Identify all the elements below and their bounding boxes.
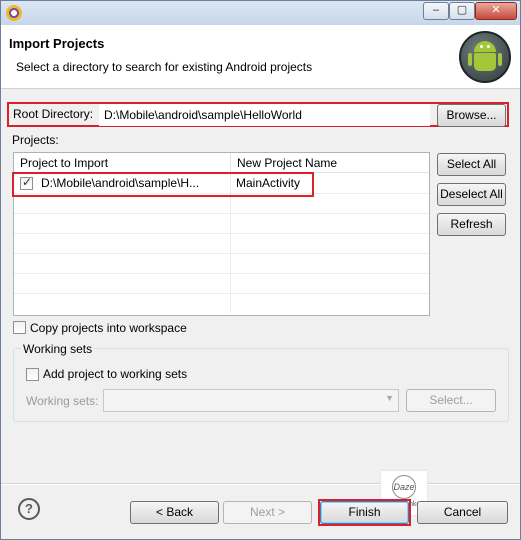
root-directory-label: Root Directory: [13, 107, 94, 121]
add-to-working-sets-checkbox[interactable] [26, 368, 39, 381]
projects-label: Projects: [12, 133, 59, 147]
eclipse-icon [6, 5, 22, 21]
copy-projects-label[interactable]: Copy projects into workspace [30, 321, 187, 335]
column-header-project[interactable]: Project to Import [14, 153, 231, 173]
browse-button[interactable]: Browse... [437, 104, 506, 127]
deselect-all-button[interactable]: Deselect All [437, 183, 506, 206]
column-header-new-name[interactable]: New Project Name [231, 153, 429, 173]
dialog-header: Import Projects Select a directory to se… [1, 25, 520, 89]
table-row [14, 214, 429, 234]
root-directory-field[interactable]: D:\Mobile\android\sample\HelloWorld [99, 104, 430, 126]
table-row [14, 254, 429, 274]
table-row [14, 294, 429, 314]
working-sets-combo[interactable]: ▼ [103, 389, 399, 412]
page-title: Import Projects [9, 36, 105, 51]
chevron-down-icon: ▼ [385, 393, 394, 403]
title-bar[interactable]: – ▢ ✕ [1, 1, 520, 25]
next-button[interactable]: Next > [223, 501, 312, 524]
working-sets-group-label: Working sets [21, 342, 95, 356]
finish-button[interactable]: Finish [320, 501, 409, 524]
cancel-button[interactable]: Cancel [417, 501, 508, 524]
table-row [14, 274, 429, 294]
import-projects-dialog: – ▢ ✕ Import Projects Select a directory… [0, 0, 521, 540]
help-icon[interactable]: ? [18, 498, 40, 520]
android-icon [459, 31, 511, 83]
project-row-highlight [12, 172, 314, 197]
table-row [14, 234, 429, 254]
copy-projects-checkbox[interactable] [13, 321, 26, 334]
working-sets-select-button[interactable]: Select... [406, 389, 496, 412]
back-button[interactable]: < Back [130, 501, 219, 524]
select-all-button[interactable]: Select All [437, 153, 506, 176]
add-to-working-sets-label[interactable]: Add project to working sets [43, 367, 187, 381]
close-button[interactable]: ✕ [475, 2, 517, 20]
page-description: Select a directory to search for existin… [16, 60, 313, 74]
footer-separator [1, 483, 520, 485]
maximize-button[interactable]: ▢ [449, 2, 475, 20]
table-row [14, 194, 429, 214]
refresh-button[interactable]: Refresh [437, 213, 506, 236]
minimize-button[interactable]: – [423, 2, 449, 20]
working-sets-field-label: Working sets: [26, 394, 99, 408]
